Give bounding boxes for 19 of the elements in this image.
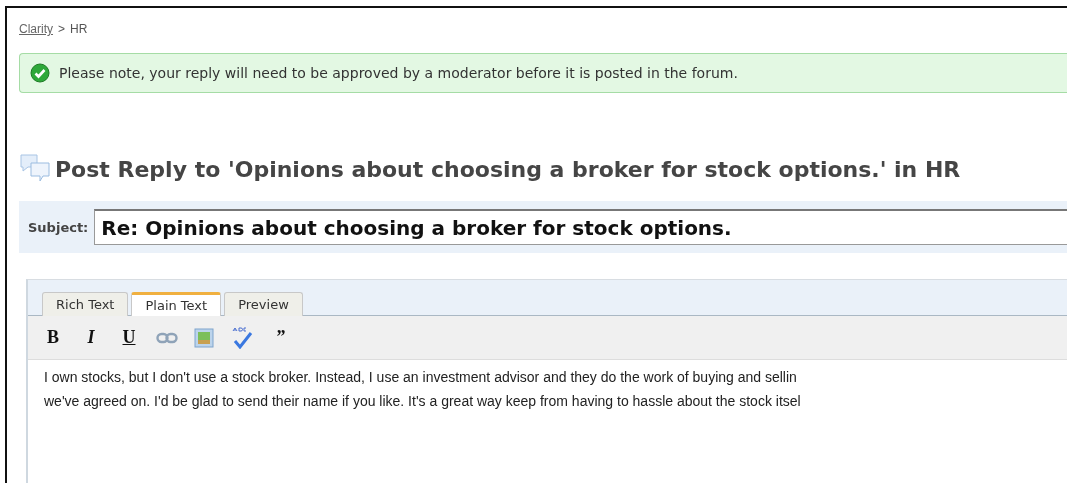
link-icon[interactable] bbox=[156, 331, 178, 344]
underline-button[interactable]: U bbox=[118, 325, 140, 350]
subject-field[interactable]: Re: Opinions about choosing a broker for stock options. bbox=[94, 209, 1067, 245]
message-textarea[interactable]: I own stocks, but I don't use a stock broker. Instead, I use an investment advisor and they do the work of buying and sellin we've agreed on. I'd be glad to send their name if you like. It's a great way keep from having to hassle about the stock itsel bbox=[28, 360, 1067, 483]
editor-tab[interactable]: Preview bbox=[224, 292, 303, 316]
editor-tab[interactable]: Rich Text bbox=[42, 292, 129, 316]
spellcheck-icon[interactable] bbox=[230, 326, 254, 349]
bold-button[interactable]: B bbox=[42, 325, 64, 350]
check-icon bbox=[30, 63, 50, 83]
page-heading: Post Reply to 'Opinions about choosing a broker for stock options.' in HR bbox=[55, 156, 961, 182]
editor-tab[interactable]: Plain Text bbox=[131, 292, 222, 316]
breadcrumb-separator: > bbox=[58, 22, 66, 36]
breadcrumb-link[interactable]: Clarity bbox=[19, 22, 53, 36]
image-icon[interactable] bbox=[194, 327, 214, 348]
breadcrumb-current: HR bbox=[70, 22, 88, 36]
subject-label: Subject: bbox=[28, 219, 89, 235]
italic-button[interactable]: I bbox=[80, 325, 102, 350]
notice-text: Please note, your reply will need to be approved by a moderator before it is posted in the forum. bbox=[59, 65, 738, 81]
quote-button[interactable]: ” bbox=[270, 325, 292, 350]
